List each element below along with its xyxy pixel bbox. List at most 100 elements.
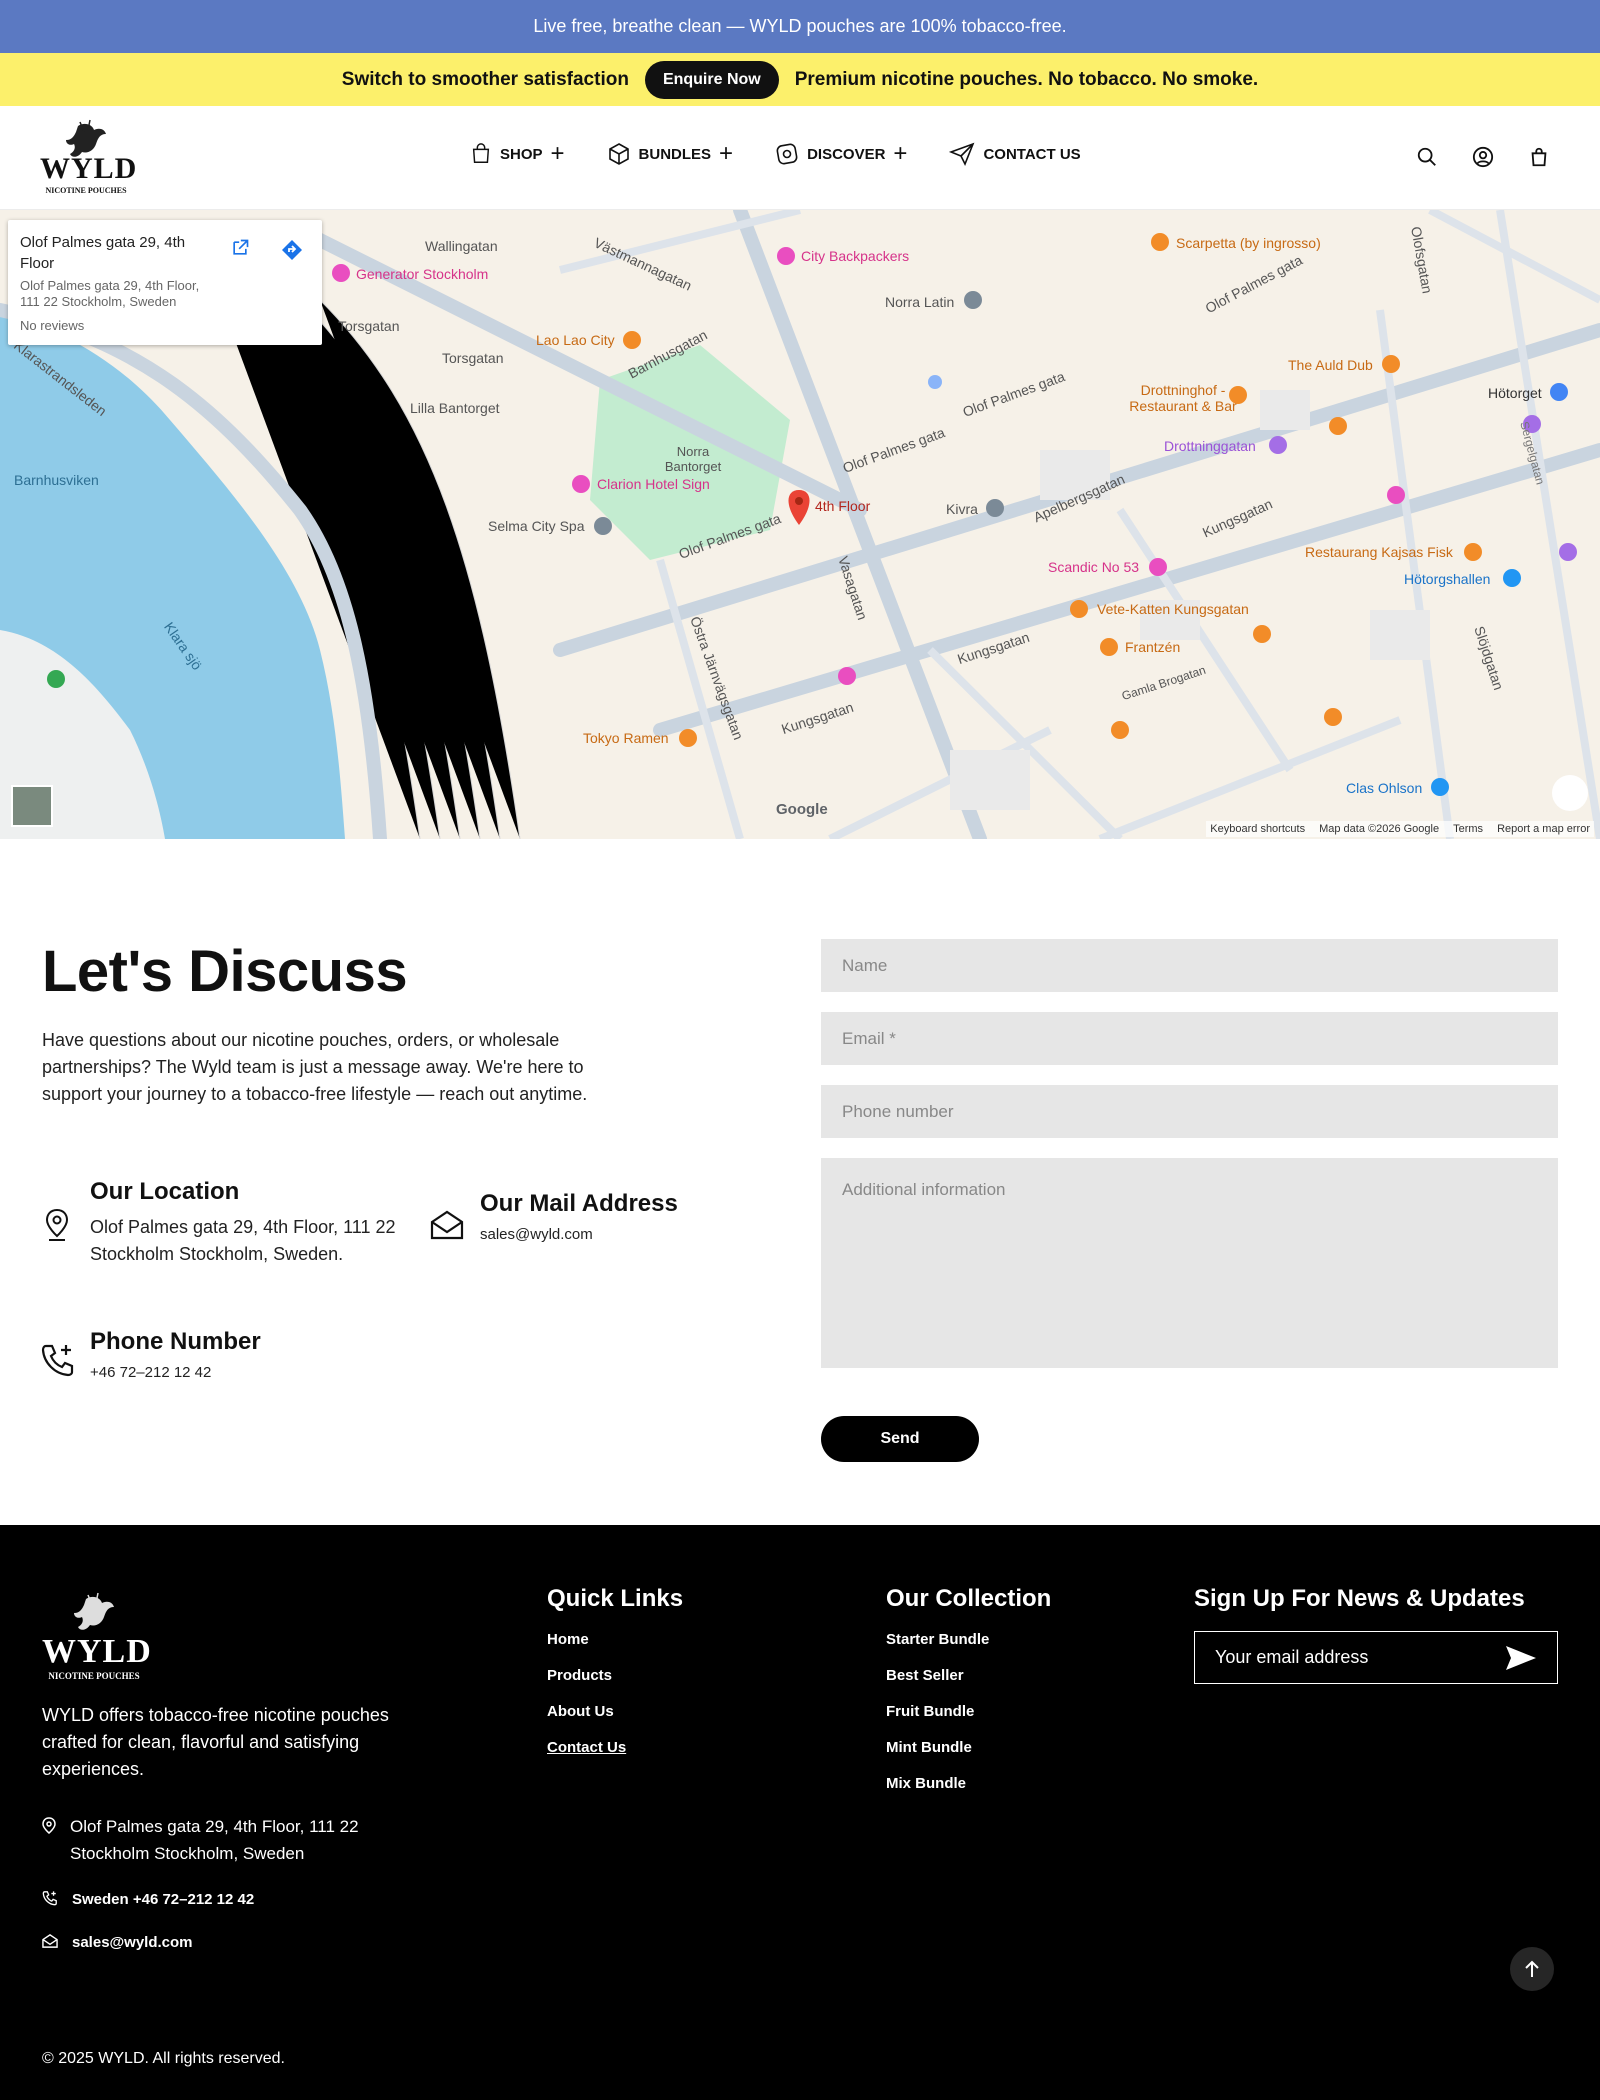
logo-sub: NICOTINE POUCHES — [48, 1671, 140, 1681]
map-label: Restaurang Kajsas Fisk — [1305, 544, 1453, 560]
shopping-bag-icon — [472, 143, 490, 163]
footer-description: WYLD offers tobacco-free nicotine pouche… — [42, 1705, 389, 1779]
collection-link-mix[interactable]: Mix Bundle — [886, 1775, 1051, 1792]
map-card-title: Olof Palmes gata 29, 4th Floor — [20, 234, 186, 272]
location-pin-icon — [42, 1817, 56, 1834]
terms-link[interactable]: Terms — [1453, 823, 1483, 835]
promo-bar: Switch to smoother satisfaction Enquire … — [0, 53, 1600, 106]
footer-link-home[interactable]: Home — [547, 1631, 683, 1648]
send-button[interactable]: Send — [821, 1416, 979, 1462]
mail-open-icon — [430, 1210, 464, 1240]
account-icon[interactable] — [1472, 146, 1494, 168]
footer-email-text[interactable]: sales@wyld.com — [72, 1929, 193, 1956]
newsletter-placeholder: Your email address — [1215, 1647, 1369, 1667]
promo-right-text: Premium nicotine pouches. No tobacco. No… — [794, 68, 1259, 90]
map-info-card: Olof Palmes gata 29, 4th Floor Olof Palm… — [8, 220, 322, 345]
send-arrow-icon[interactable] — [1505, 1645, 1537, 1671]
contact-form: Name Email * Phone number Additional inf… — [821, 939, 1558, 1388]
logo-brand: WYLD — [42, 1633, 152, 1670]
map-label: Drottninggatan — [1164, 438, 1256, 454]
phone-value[interactable]: +46 72–212 12 42 — [90, 1364, 390, 1381]
site-footer: WYLD NICOTINE POUCHES WYLD offers tobacc… — [0, 1525, 1600, 2100]
map-label: Norra Bantorget — [664, 444, 722, 474]
box-icon — [608, 143, 629, 165]
map-label: Norra Latin — [885, 294, 955, 310]
contact-title: Let's Discuss — [42, 939, 408, 1004]
mail-block: Our Mail Address sales@wyld.com — [480, 1190, 740, 1243]
map-footer: Keyboard shortcuts Map data ©2026 Google… — [1206, 821, 1594, 837]
map-label: Tokyo Ramen — [583, 730, 669, 746]
email-field[interactable]: Email * — [821, 1012, 1558, 1065]
quick-links: Quick Links Home Products About Us Conta… — [547, 1585, 683, 1775]
additional-info-field[interactable]: Additional information — [821, 1158, 1558, 1368]
footer-link-contact[interactable]: Contact Us — [547, 1739, 683, 1756]
map-label: Wallingatan — [425, 238, 498, 254]
collection-heading: Our Collection — [886, 1585, 1052, 1612]
map-data-text: Map data ©2026 Google — [1319, 823, 1440, 835]
plus-icon: + — [550, 140, 565, 167]
contact-description: Have questions about our nicotine pouche… — [42, 1030, 588, 1104]
map-label: Hötorgshallen — [1404, 571, 1491, 587]
location-block: Our Location Olof Palmes gata 29, 4th Fl… — [90, 1178, 410, 1268]
nav-discover[interactable]: DISCOVER + — [775, 142, 907, 166]
plus-icon: + — [719, 140, 734, 167]
nav-bundles-label: BUNDLES — [638, 145, 712, 163]
directions-icon[interactable] — [280, 238, 304, 262]
map-label: Barnhusviken — [14, 472, 99, 488]
promo-left-text: Switch to smoother satisfaction — [341, 68, 629, 90]
map-label: Hötorget — [1488, 385, 1542, 401]
paper-plane-icon — [949, 142, 975, 166]
plus-icon: + — [893, 140, 908, 167]
location-pin-icon — [45, 1208, 69, 1241]
footer-link-products[interactable]: Products — [547, 1667, 683, 1684]
search-icon[interactable] — [1416, 146, 1438, 168]
phone-plus-icon — [42, 1891, 57, 1906]
name-field[interactable]: Name — [821, 939, 1558, 992]
newsletter-heading: Sign Up For News & Updates — [1194, 1585, 1525, 1612]
map-label: Clarion Hotel Sign — [597, 476, 710, 492]
arrow-up-icon — [1525, 1960, 1539, 1977]
wyld-logo[interactable]: WYLD NICOTINE POUCHES — [40, 118, 138, 198]
phone-block: Phone Number +46 72–212 12 42 — [90, 1328, 390, 1381]
footer-email: sales@wyld.com — [42, 1929, 193, 1956]
footer-logo[interactable]: WYLD NICOTINE POUCHES — [42, 1591, 152, 1683]
map-pin-label[interactable]: 4th Floor — [815, 498, 870, 514]
phone-field[interactable]: Phone number — [821, 1085, 1558, 1138]
compass-icon — [776, 143, 798, 165]
site-header: WYLD NICOTINE POUCHES SHOP + BUNDLES + D… — [0, 106, 1600, 210]
map-label: Frantzén — [1125, 639, 1181, 655]
collection-link-mint[interactable]: Mint Bundle — [886, 1739, 1051, 1756]
location-heading: Our Location — [90, 1178, 240, 1205]
nav-shop[interactable]: SHOP + — [470, 140, 565, 167]
enquire-now-button[interactable]: Enquire Now — [644, 60, 779, 99]
phone-plus-icon — [41, 1344, 74, 1377]
footer-link-about[interactable]: About Us — [547, 1703, 683, 1720]
main-nav: SHOP + BUNDLES + DISCOVER + CONTACT US — [470, 142, 1081, 166]
report-error-link[interactable]: Report a map error — [1497, 823, 1590, 835]
keyboard-shortcuts-link[interactable]: Keyboard shortcuts — [1210, 823, 1305, 835]
open-in-maps-icon[interactable] — [230, 238, 250, 258]
logo-brand: WYLD — [40, 152, 138, 185]
location-value: Olof Palmes gata 29, 4th Floor, 111 22 S… — [90, 1217, 396, 1264]
cart-icon[interactable] — [1528, 146, 1550, 168]
nav-bundles[interactable]: BUNDLES + — [607, 140, 734, 167]
collection-link-starter[interactable]: Starter Bundle — [886, 1631, 1051, 1648]
nav-contact-label: CONTACT US — [983, 145, 1081, 163]
nav-discover-label: DISCOVER — [807, 145, 886, 163]
mail-value[interactable]: sales@wyld.com — [480, 1226, 740, 1243]
footer-address: Olof Palmes gata 29, 4th Floor, 111 22 S… — [42, 1813, 410, 1867]
scroll-to-top-button[interactable] — [1510, 1947, 1554, 1991]
map-label: Clas Ohlson — [1346, 780, 1423, 796]
newsletter-email-input[interactable]: Your email address — [1194, 1631, 1558, 1684]
map-label: Kivra — [946, 501, 978, 517]
nav-shop-label: SHOP — [500, 145, 543, 163]
nav-contact[interactable]: CONTACT US — [949, 142, 1081, 166]
footer-phone-text[interactable]: Sweden +46 72–212 12 42 — [72, 1886, 254, 1913]
map-label: Scarpetta (by ingrosso) — [1176, 235, 1321, 251]
collection-link-best-seller[interactable]: Best Seller — [886, 1667, 1051, 1684]
collection-link-fruit[interactable]: Fruit Bundle — [886, 1703, 1051, 1720]
pegasus-logo-icon — [74, 1592, 114, 1630]
map-label: Lao Lao City — [536, 332, 615, 348]
announcement-text: Live free, breathe clean — WYLD pouches … — [533, 16, 1067, 36]
location-map[interactable]: Wallingatan Generator Stockholm Torsgata… — [0, 210, 1600, 839]
